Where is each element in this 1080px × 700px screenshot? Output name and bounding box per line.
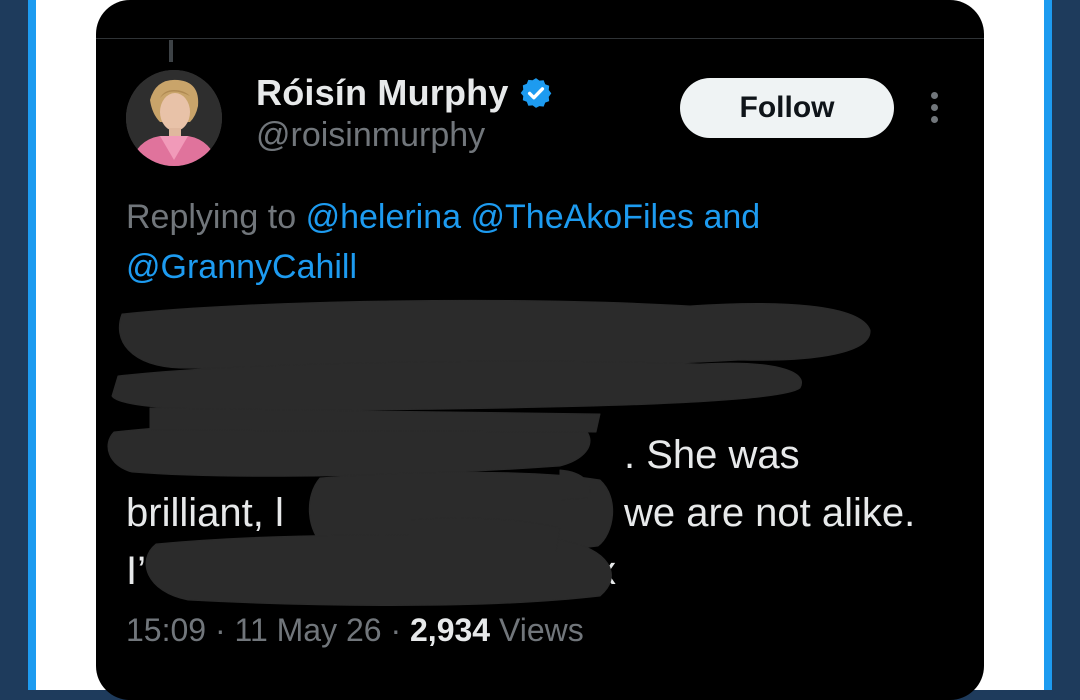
tweet-text-fragment: . She was bbox=[624, 433, 800, 477]
verified-badge-icon bbox=[519, 76, 553, 110]
follow-button[interactable]: Follow bbox=[680, 78, 894, 138]
avatar-image bbox=[126, 70, 222, 166]
tweet-text-fragment: I’ bbox=[126, 549, 146, 593]
meta-separator: · bbox=[214, 612, 226, 648]
meta-separator: · bbox=[390, 612, 402, 648]
thread-connector bbox=[169, 40, 173, 62]
tweet-text-fragment: brilliant, l bbox=[126, 491, 284, 535]
tweet-text-fragment: x bbox=[596, 549, 616, 593]
replying-to: Replying to @helerina @TheAkoFiles and @… bbox=[126, 192, 846, 292]
views-label: Views bbox=[498, 612, 584, 648]
tweet-text-fragment: we are not alike. bbox=[624, 491, 916, 535]
more-dots-icon[interactable] bbox=[924, 92, 944, 128]
tweet-time[interactable]: 15:09 bbox=[126, 612, 206, 648]
tweet-date[interactable]: 11 May 26 bbox=[235, 612, 382, 648]
tweet-card[interactable]: Róisín Murphy @roisinmurphy Follow Reply… bbox=[96, 0, 984, 700]
right-accent-rail bbox=[1044, 0, 1052, 690]
views-count: 2,934 bbox=[410, 612, 491, 648]
replying-to-label: Replying to bbox=[126, 198, 297, 236]
divider bbox=[96, 38, 984, 39]
author-name-row[interactable]: Róisín Murphy bbox=[256, 72, 553, 114]
mention-grannycahill[interactable]: @GrannyCahill bbox=[126, 248, 357, 286]
author-display-name[interactable]: Róisín Murphy bbox=[256, 72, 509, 114]
left-accent-rail bbox=[28, 0, 36, 690]
mention-conjunction[interactable]: and bbox=[703, 198, 760, 236]
author-handle[interactable]: @roisinmurphy bbox=[256, 116, 485, 155]
avatar[interactable] bbox=[126, 70, 222, 166]
tweet-meta: 15:09 · 11 May 26 · 2,934 Views bbox=[126, 612, 584, 649]
mention-helerina[interactable]: @helerina bbox=[306, 198, 462, 236]
mention-theakofiles[interactable]: @TheAkoFiles bbox=[471, 198, 694, 236]
